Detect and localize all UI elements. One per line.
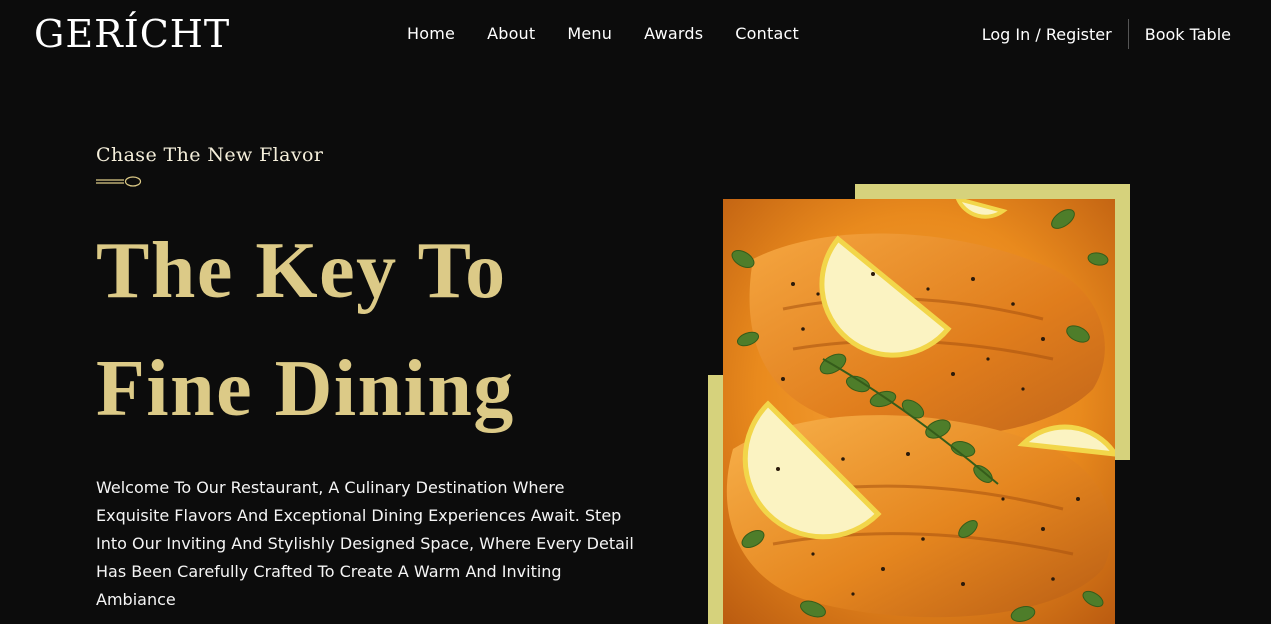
nav-item-contact: Contact	[735, 24, 799, 44]
hero-headline-line-1: The Key To	[96, 227, 507, 315]
nav-actions: Log In / Register Book Table	[982, 18, 1231, 50]
nav-link-contact[interactable]: Contact	[735, 24, 799, 43]
book-table-link[interactable]: Book Table	[1145, 25, 1231, 44]
hero-intro-text: Welcome To Our Restaurant, A Culinary De…	[96, 478, 634, 609]
nav-link-about[interactable]: About	[487, 24, 535, 43]
nav-item-about: About	[487, 24, 535, 44]
brand-logo[interactable]: GERÍCHT	[34, 12, 230, 56]
nav-divider	[1127, 19, 1129, 49]
nav-link-menu[interactable]: Menu	[567, 24, 612, 43]
nav-item-awards: Awards	[644, 24, 703, 44]
hero-headline-line-2: Fine Dining	[96, 345, 515, 433]
hero-subtitle: Chase The New Flavor	[96, 144, 324, 166]
spoon-icon	[96, 176, 142, 187]
nav-item-home: Home	[407, 24, 455, 44]
nav-link-awards[interactable]: Awards	[644, 24, 703, 43]
hero-food-image	[723, 199, 1115, 624]
login-register-link[interactable]: Log In / Register	[982, 25, 1112, 44]
nav-item-menu: Menu	[567, 24, 612, 44]
navbar: GERÍCHT Home About Menu Awards Contact L…	[0, 0, 1271, 70]
hero-page: GERÍCHT Home About Menu Awards Contact L…	[0, 0, 1271, 624]
hero-headline: The Key To Fine Dining	[96, 212, 515, 448]
nav-link-home[interactable]: Home	[407, 24, 455, 43]
nav-links: Home About Menu Awards Contact	[407, 24, 799, 44]
